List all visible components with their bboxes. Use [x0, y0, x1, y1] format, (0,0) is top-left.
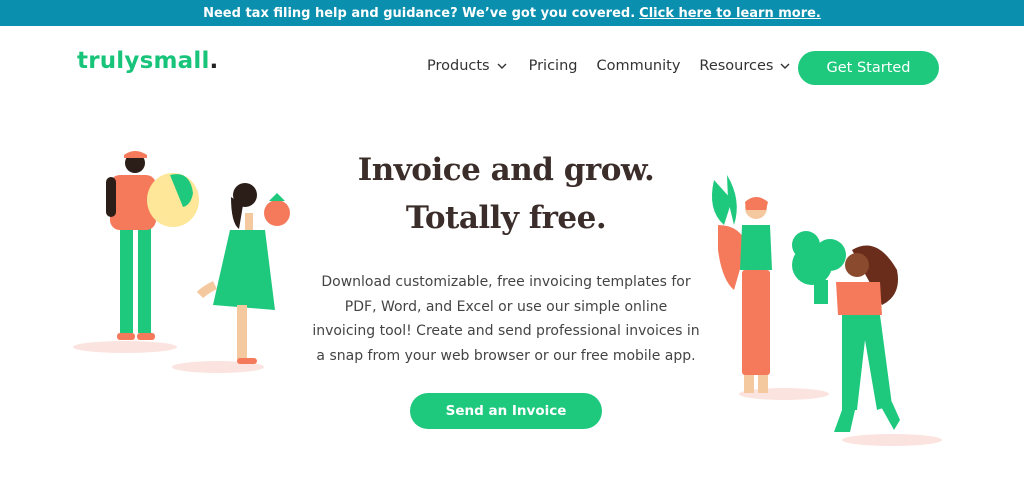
nav-resources-label: Resources	[699, 58, 774, 74]
nav-community-label: Community	[596, 58, 681, 74]
hero-title-line2: Totally free.	[405, 200, 607, 236]
nav-products[interactable]: Products	[427, 58, 508, 74]
banner-link[interactable]: Click here to learn more.	[639, 6, 821, 21]
send-invoice-button[interactable]: Send an Invoice	[410, 393, 602, 429]
announcement-banner: Need tax filing help and guidance? We’ve…	[0, 0, 1024, 26]
nav-pricing-label: Pricing	[528, 58, 578, 74]
nav-community[interactable]: Community	[596, 58, 680, 74]
hero-description: Download customizable, free invoicing te…	[312, 274, 700, 364]
chevron-down-icon	[780, 63, 790, 69]
hero-title: Invoice and grow. Totally free.	[300, 146, 712, 242]
nav-pricing[interactable]: Pricing	[529, 58, 578, 74]
logo[interactable]: trulysmall.	[77, 48, 218, 74]
nav-resources[interactable]: Resources	[699, 58, 791, 74]
get-started-button[interactable]: Get Started	[798, 51, 939, 85]
hero-title-line1: Invoice and grow.	[357, 152, 655, 188]
main-nav: Products Pricing Community Resources	[427, 58, 791, 74]
nav-products-label: Products	[427, 58, 490, 74]
right-illustration	[711, 175, 942, 446]
banner-text: Need tax filing help and guidance? We’ve…	[203, 5, 636, 21]
logo-text: trulysmall	[77, 48, 210, 74]
chevron-down-icon	[497, 63, 507, 69]
left-illustration	[73, 151, 290, 373]
logo-dot: .	[209, 48, 219, 74]
